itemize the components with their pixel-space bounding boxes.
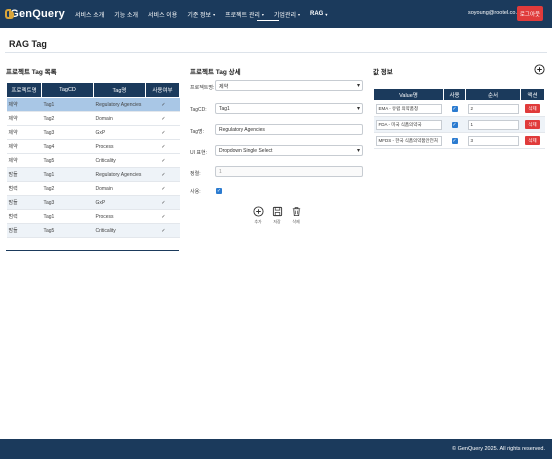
- nav-item-feature-intro[interactable]: 기능 소개: [109, 10, 143, 19]
- table-row: FDA - 미국 식품의약국 ✓ 1 삭제: [373, 116, 545, 133]
- project-label: 프로젝트명:: [190, 85, 215, 91]
- page-title: RAG Tag: [9, 39, 47, 49]
- tag-list-table: 프로젝트명 TagCD Tag명 사용여부 제약 Tag1 Regulatory A…: [6, 82, 180, 238]
- nav-item-company-mgmt[interactable]: 기업관리 ▾: [269, 10, 305, 19]
- value-name-input[interactable]: FDA - 미국 식품의약국: [375, 119, 442, 130]
- trash-icon: [292, 207, 300, 217]
- value-use-checkbox[interactable]: ✓: [451, 137, 458, 144]
- check-icon: ✓: [145, 223, 180, 238]
- value-order-input[interactable]: 2: [467, 103, 519, 114]
- check-icon: ✓: [145, 97, 180, 112]
- value-order-input[interactable]: 3: [467, 135, 519, 146]
- tagcd-label: TagCD:: [190, 107, 207, 113]
- table-row[interactable]: 제약 Tag4 Process ✓: [6, 139, 180, 154]
- column-header-value-use[interactable]: 사용: [443, 88, 466, 101]
- ui-type-select[interactable]: Dropdown Single Select: [215, 145, 363, 156]
- value-delete-button[interactable]: 삭제: [525, 104, 540, 113]
- tag-detail-title: 프로젝트 Tag 상세: [190, 69, 241, 76]
- active-nav-indicator: [257, 20, 279, 21]
- nav-item-project-mgmt[interactable]: 프로젝트 관리 ▾: [220, 10, 269, 19]
- tag-list-title: 프로젝트 Tag 목록: [6, 69, 57, 76]
- table-row[interactable]: 범력 Tag1 Process ✓: [6, 209, 180, 224]
- divider: [6, 250, 179, 251]
- check-icon: ✓: [145, 209, 180, 224]
- logo-icon: [5, 8, 14, 20]
- logout-button[interactable]: 로그아웃: [517, 6, 543, 21]
- use-label: 사용:: [190, 189, 201, 195]
- copyright-text: © GenQuery 2025. All rights reserved.: [451, 446, 545, 452]
- nav-item-service-intro[interactable]: 서비스 소개: [70, 10, 109, 19]
- check-icon: ✓: [145, 111, 180, 126]
- table-row[interactable]: 맘들 Tag5 Criticality ✓: [6, 223, 180, 238]
- add-value-icon[interactable]: [534, 64, 545, 75]
- table-row[interactable]: 범력 Tag2 Domain ✓: [6, 181, 180, 196]
- logo-text: GenQuery: [10, 8, 65, 20]
- tagname-label: Tag명:: [190, 129, 205, 135]
- ui-type-label: UI 표현:: [190, 150, 207, 156]
- order-label: 정렬:: [190, 171, 201, 177]
- column-header-tagname[interactable]: Tag명: [93, 82, 146, 98]
- value-name-input[interactable]: MFDS - 한국 식품의약품안전처: [375, 135, 442, 146]
- value-table: Value명 사용 순서 액션 EMA - 유럽 의약품청 ✓ 2 삭제 FDA…: [373, 88, 545, 149]
- divider: [5, 52, 547, 53]
- main-nav: 서비스 소개 기능 소개 서비스 이용 기준 정보 ▾ 프로젝트 관리 ▾ 기업관리…: [70, 10, 332, 19]
- check-icon: ✓: [145, 153, 180, 168]
- table-row[interactable]: 제약 Tag1 Regulatory Agencies ✓: [6, 97, 180, 112]
- chevron-down-icon: ▾: [325, 11, 328, 17]
- tagname-input[interactable]: Regulatory Agencies: [215, 124, 363, 135]
- column-header-value-order[interactable]: 순서: [465, 88, 521, 101]
- footer: © GenQuery 2025. All rights reserved.: [0, 439, 552, 459]
- table-row: EMA - 유럽 의약품청 ✓ 2 삭제: [373, 100, 545, 117]
- table-row[interactable]: 제약 Tag2 Domain ✓: [6, 111, 180, 126]
- column-header-project[interactable]: 프로젝트명: [6, 82, 42, 98]
- use-checkbox[interactable]: ✓: [216, 188, 222, 194]
- table-row[interactable]: 맘들 Tag3 GxP ✓: [6, 195, 180, 210]
- table-row[interactable]: 제약 Tag3 GxP ✓: [6, 125, 180, 140]
- column-header-value-name[interactable]: Value명: [373, 88, 444, 101]
- check-icon: ✓: [145, 125, 180, 140]
- value-use-checkbox[interactable]: ✓: [451, 105, 458, 112]
- user-email: soyoung@rootel.co.kr: [468, 10, 522, 16]
- order-input[interactable]: 1: [215, 166, 363, 177]
- table-row[interactable]: 맘들 Tag1 Regulatory Agencies ✓: [6, 167, 180, 182]
- column-header-use[interactable]: 사용여부: [145, 82, 180, 98]
- nav-item-reference-info[interactable]: 기준 정보 ▾: [182, 10, 220, 19]
- chevron-down-icon: ▾: [297, 11, 300, 17]
- save-icon: [272, 206, 282, 217]
- nav-item-service-use[interactable]: 서비스 이용: [143, 10, 182, 19]
- nav-item-rag[interactable]: RAG ▾: [305, 11, 332, 17]
- chevron-down-icon: ▾: [261, 11, 264, 17]
- column-header-value-action[interactable]: 액션: [520, 88, 545, 101]
- check-icon: ✓: [145, 139, 180, 154]
- value-order-input[interactable]: 1: [467, 119, 519, 130]
- delete-button[interactable]: 삭제: [285, 206, 307, 225]
- project-select[interactable]: 제약: [215, 80, 363, 91]
- value-use-checkbox[interactable]: ✓: [451, 121, 458, 128]
- plus-circle-icon: [252, 206, 264, 217]
- chevron-down-icon: ▾: [213, 11, 216, 17]
- tagcd-select[interactable]: Tag1: [215, 103, 363, 114]
- value-info-title: 값 정보: [373, 69, 393, 76]
- table-row: MFDS - 한국 식품의약품안전처 ✓ 3 삭제: [373, 132, 545, 149]
- column-header-tagcd[interactable]: TagCD: [41, 82, 94, 98]
- value-delete-button[interactable]: 삭제: [525, 136, 540, 145]
- check-icon: ✓: [145, 181, 180, 196]
- logo[interactable]: GenQuery: [5, 8, 65, 20]
- value-name-input[interactable]: EMA - 유럽 의약품청: [375, 103, 442, 114]
- table-row[interactable]: 제약 Tag5 Criticality ✓: [6, 153, 180, 168]
- check-icon: ✓: [145, 167, 180, 182]
- value-delete-button[interactable]: 삭제: [525, 120, 540, 129]
- check-icon: ✓: [145, 195, 180, 210]
